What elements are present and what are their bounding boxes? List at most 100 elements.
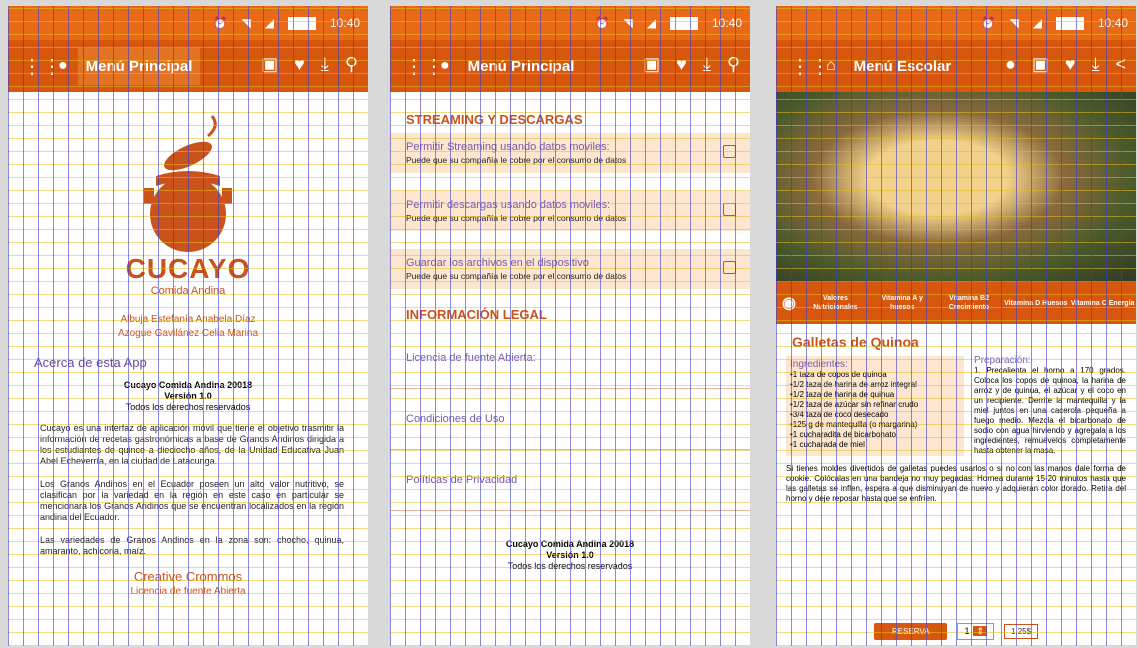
- preparation-text: 1. Precalienta el horno a 170 grados. Co…: [974, 366, 1126, 455]
- chef-hat-icon: ⌂: [826, 57, 836, 74]
- recipe-title: Galletas de Quinoa: [792, 334, 919, 350]
- vitamin-item[interactable]: Vitamina A y huesos: [869, 294, 936, 312]
- about-paragraph: Cucayo es una interfaz de aplicación móv…: [40, 423, 344, 466]
- status-bar: ⏰ ◥ ◢ 10:40: [776, 6, 1136, 40]
- pot-logo-icon: ●: [58, 57, 68, 74]
- reserve-button[interactable]: RESERVA: [873, 623, 948, 640]
- ingredient: •1/2 taza de harina de quinua: [790, 390, 895, 399]
- wifi-icon: ◥: [623, 16, 633, 30]
- apps-grid-icon[interactable]: ⋮⋮: [22, 54, 62, 79]
- clock: 10:40: [1097, 16, 1128, 30]
- ingredient: •125 g de mantequilla (o margarina): [790, 420, 918, 429]
- menu-title[interactable]: Menú Escolar: [846, 48, 960, 85]
- creative-commons-link[interactable]: Creative Crommos: [8, 569, 368, 584]
- status-bar: ⏰ ◥ ◢ 10:40: [390, 6, 750, 40]
- rights: Todos los derechos reservados: [125, 402, 251, 412]
- stepper-arrows-icon[interactable]: ⇕: [973, 626, 988, 636]
- downloads-checkbox[interactable]: [723, 203, 736, 216]
- battery-icon: [669, 16, 698, 30]
- brand-title: CUCAYO: [125, 253, 251, 284]
- ingredients-box: Ingredientes: •1 taza de copos de quinoa…: [786, 356, 964, 456]
- setting-subtitle: Puede que su compañía le cobre por el co…: [406, 155, 627, 165]
- apps-grid-icon[interactable]: ⋮⋮: [404, 54, 444, 79]
- about-paragraph: Las variedades de Granos Andinos en la z…: [40, 535, 344, 556]
- status-bar: ⏰ ◥ ◢ 10:40: [8, 6, 368, 40]
- price: 1,25$: [1004, 624, 1039, 639]
- app-bar: ⋮⋮ ⌂ Menú Escolar ● ▣ ♥ ⤓ <: [776, 40, 1136, 92]
- signal-icon: ◢: [1032, 16, 1042, 30]
- ingredient: •3/4 taza de coco desecado: [790, 410, 889, 419]
- download-icon[interactable]: ⤓: [321, 54, 329, 75]
- recipe-book-icon[interactable]: ▣: [643, 54, 660, 75]
- ingredient: •1/2 taza de azúcar sin refinar crudo: [790, 400, 919, 409]
- battery-icon: [1055, 16, 1084, 30]
- clock: 10:40: [329, 16, 360, 30]
- rights: Todos los derechos reservados: [507, 561, 633, 571]
- heart-icon[interactable]: ♥: [1065, 54, 1076, 75]
- battery-icon: [287, 16, 316, 30]
- app-bar: ⋮⋮ ● Menú Principal ▣ ♥ ⤓ ⚲: [8, 40, 368, 92]
- preparation-label: Preparación:: [974, 355, 1031, 366]
- share-icon[interactable]: <: [1115, 54, 1126, 75]
- pot-icon[interactable]: ●: [1005, 54, 1016, 75]
- search-icon[interactable]: ⚲: [727, 54, 740, 75]
- save-files-checkbox[interactable]: [723, 261, 736, 274]
- streaming-checkbox[interactable]: [723, 145, 736, 158]
- signal-icon: ◢: [264, 16, 274, 30]
- wifi-icon: ◥: [241, 16, 251, 30]
- legal-privacy[interactable]: Políticas de Privacidad: [390, 450, 750, 511]
- author-1: Albuja Estefanía Anabela Díaz: [120, 314, 256, 325]
- setting-streaming[interactable]: Permitir Streaming usando datos moviles:…: [390, 133, 750, 173]
- wifi-icon: ◥: [1009, 16, 1019, 30]
- pot-logo-icon: ●: [440, 57, 450, 74]
- settings-screen: ⏰ ◥ ◢ 10:40 ⋮⋮ ● Menú Principal ▣ ♥ ⤓ ⚲ STR…: [390, 6, 750, 646]
- signal-icon: ◢: [646, 16, 656, 30]
- preparation: Preparación: 1. Precalienta el horno a 1…: [974, 356, 1126, 456]
- menu-title[interactable]: Menú Principal: [460, 48, 583, 85]
- baking-tip: Si tienes moldes divertidos de galletas …: [786, 464, 1126, 503]
- about-heading: Acerca de esta App: [34, 355, 147, 370]
- quantity-stepper[interactable]: 1 ⇕: [957, 623, 995, 640]
- menu-title[interactable]: Menú Principal: [77, 47, 201, 85]
- legal-terms[interactable]: Condiciones de Uso: [390, 389, 750, 450]
- heart-icon[interactable]: ♥: [294, 54, 305, 75]
- legal-open-license[interactable]: Licencia de fuente Abierta:: [390, 328, 750, 389]
- setting-save-files[interactable]: Guardar los archivos en el dispositivo P…: [390, 249, 750, 289]
- license-link[interactable]: Licencia de fuente Abierta: [8, 586, 368, 597]
- nutrition-icon: ◉: [782, 294, 796, 312]
- app-version: Versión 1.0: [164, 391, 212, 401]
- brand-subtitle: Comida Andina: [150, 285, 226, 297]
- app-version: Versión 1.0: [546, 550, 594, 560]
- alarm-icon: ⏰: [594, 16, 610, 30]
- vitamin-item[interactable]: Vitamina C Energía: [1069, 299, 1136, 308]
- setting-subtitle: Puede que su compañía le cobre por el co…: [406, 213, 627, 223]
- setting-title: Permitir descargas usando datos moviles:: [406, 199, 611, 211]
- apps-grid-icon[interactable]: ⋮⋮: [790, 54, 830, 79]
- recipe-book-icon[interactable]: ▣: [261, 54, 278, 75]
- about-screen: ⏰ ◥ ◢ 10:40 ⋮⋮ ● Menú Principal ▣ ♥ ⤓ ⚲ CUC…: [8, 6, 368, 646]
- vitamin-item[interactable]: Vitamina B2 Crecimiento: [936, 294, 1003, 312]
- vitamin-item[interactable]: Valores Nutricionales: [802, 294, 869, 312]
- ingredient: •1 taza de copos de quinoa: [790, 370, 887, 379]
- search-icon[interactable]: ⚲: [345, 54, 358, 75]
- recipe-book-icon[interactable]: ▣: [1032, 54, 1049, 75]
- vitamin-item[interactable]: Vitamina D Huesos: [1002, 299, 1069, 308]
- app-name: Cucayo Comida Andina 20018: [505, 539, 635, 549]
- alarm-icon: ⏰: [212, 16, 228, 30]
- cucayo-logo: [8, 106, 368, 261]
- setting-title: Guardar los archivos en el dispositivo: [406, 257, 589, 269]
- download-icon[interactable]: ⤓: [703, 54, 711, 75]
- recipe-screen: ⏰ ◥ ◢ 10:40 ⋮⋮ ⌂ Menú Escolar ● ▣ ♥ ⤓ < ◉ V…: [776, 6, 1136, 646]
- app-bar: ⋮⋮ ● Menú Principal ▣ ♥ ⤓ ⚲: [390, 40, 750, 92]
- recipe-photo: [776, 92, 1136, 282]
- ingredient: •1 cucharada de miel: [790, 440, 865, 449]
- heart-icon[interactable]: ♥: [676, 54, 687, 75]
- about-paragraph: Los Granos Andinos en el Ecuador poseen …: [40, 479, 344, 522]
- author-2: Azogue Gavilánez Celia Marina: [117, 328, 259, 339]
- setting-subtitle: Puede que su compañía le cobre por el co…: [406, 271, 627, 281]
- ingredients-label: Ingredientes:: [790, 359, 848, 370]
- ingredient: •1 cucharadita de bicarbonato: [790, 430, 896, 439]
- streaming-heading: STREAMING Y DESCARGAS: [406, 112, 583, 127]
- download-icon[interactable]: ⤓: [1092, 54, 1100, 75]
- setting-downloads[interactable]: Permitir descargas usando datos moviles:…: [390, 191, 750, 231]
